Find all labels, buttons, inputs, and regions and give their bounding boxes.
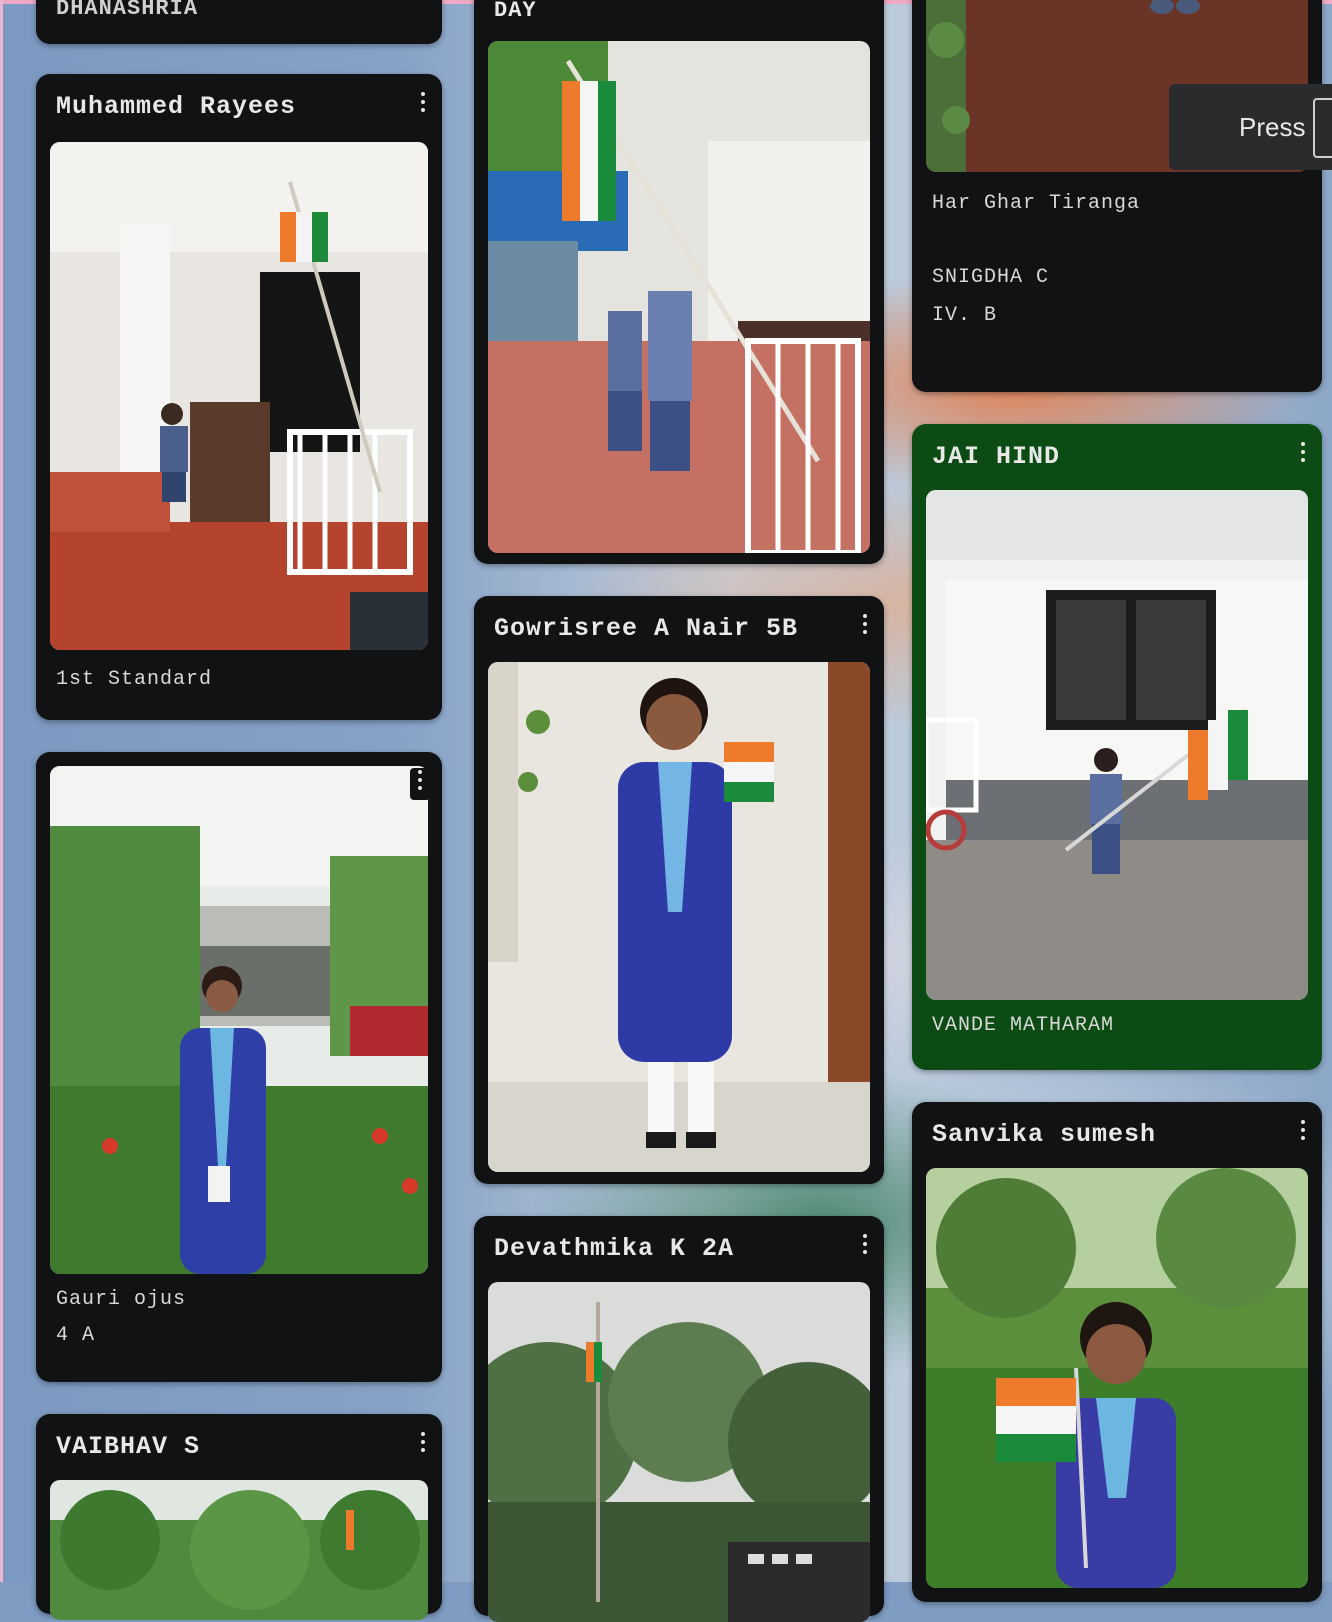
post-caption-line3: IV. B [932, 304, 998, 327]
post-photo[interactable] [488, 662, 870, 1172]
post-card-gowrisree[interactable]: Gowrisree A Nair 5B [474, 596, 884, 1184]
post-title: VAIBHAV S [56, 1432, 201, 1461]
post-photo[interactable] [50, 1480, 428, 1620]
post-caption-line1: Har Ghar Tiranga [932, 192, 1141, 215]
post-card-gauri-ojus[interactable]: Gauri ojus 4 A [36, 752, 442, 1382]
more-vertical-icon[interactable] [1296, 440, 1310, 466]
post-photo[interactable] [926, 1168, 1308, 1588]
post-title: DAY [494, 0, 537, 23]
keyboard-hint-overlay: Press [1169, 84, 1332, 170]
post-card-devathmika[interactable]: Devathmika K 2A [474, 1216, 884, 1622]
post-caption-line2: 4 A [56, 1324, 96, 1347]
post-title: DHANASHRIA [56, 0, 199, 21]
post-card-muhammed-rayees[interactable]: Muhammed Rayees 1st Standard [36, 74, 442, 720]
more-vertical-icon[interactable] [858, 1232, 872, 1258]
post-card-jai-hind[interactable]: JAI HIND VANDE MATHARAM [912, 424, 1322, 1070]
post-title: Devathmika K 2A [494, 1234, 735, 1263]
post-card-day[interactable]: DAY [474, 0, 884, 564]
post-title: Muhammed Rayees [56, 92, 297, 121]
post-card-sanvika-sumesh[interactable]: Sanvika sumesh [912, 1102, 1322, 1602]
more-vertical-icon[interactable] [1296, 1118, 1310, 1144]
post-title: JAI HIND [932, 442, 1061, 471]
post-caption-line1: Gauri ojus [56, 1288, 187, 1311]
post-photo[interactable] [50, 766, 428, 1274]
more-vertical-icon[interactable] [416, 90, 430, 116]
post-photo[interactable] [488, 41, 870, 553]
post-photo[interactable] [488, 1282, 870, 1622]
left-border [0, 0, 3, 1582]
post-title: Sanvika sumesh [932, 1120, 1157, 1149]
more-vertical-icon[interactable] [416, 1430, 430, 1456]
post-caption-line2: SNIGDHA C [932, 266, 1050, 289]
more-vertical-icon[interactable] [858, 612, 872, 638]
press-label: Press [1239, 112, 1306, 142]
post-title: Gowrisree A Nair 5B [494, 614, 799, 643]
key-hint-icon [1313, 98, 1332, 158]
post-photo[interactable] [926, 490, 1308, 1000]
post-card-vaibhav-s[interactable]: VAIBHAV S [36, 1414, 442, 1620]
post-card-snigdha[interactable]: Har Ghar Tiranga SNIGDHA C IV. B [912, 0, 1322, 392]
more-vertical-icon[interactable] [410, 768, 430, 800]
post-photo[interactable] [50, 142, 428, 650]
post-caption: 1st Standard [56, 668, 213, 691]
post-card-dhanashri[interactable]: DHANASHRIA [36, 0, 442, 44]
post-caption: VANDE MATHARAM [932, 1014, 1115, 1037]
